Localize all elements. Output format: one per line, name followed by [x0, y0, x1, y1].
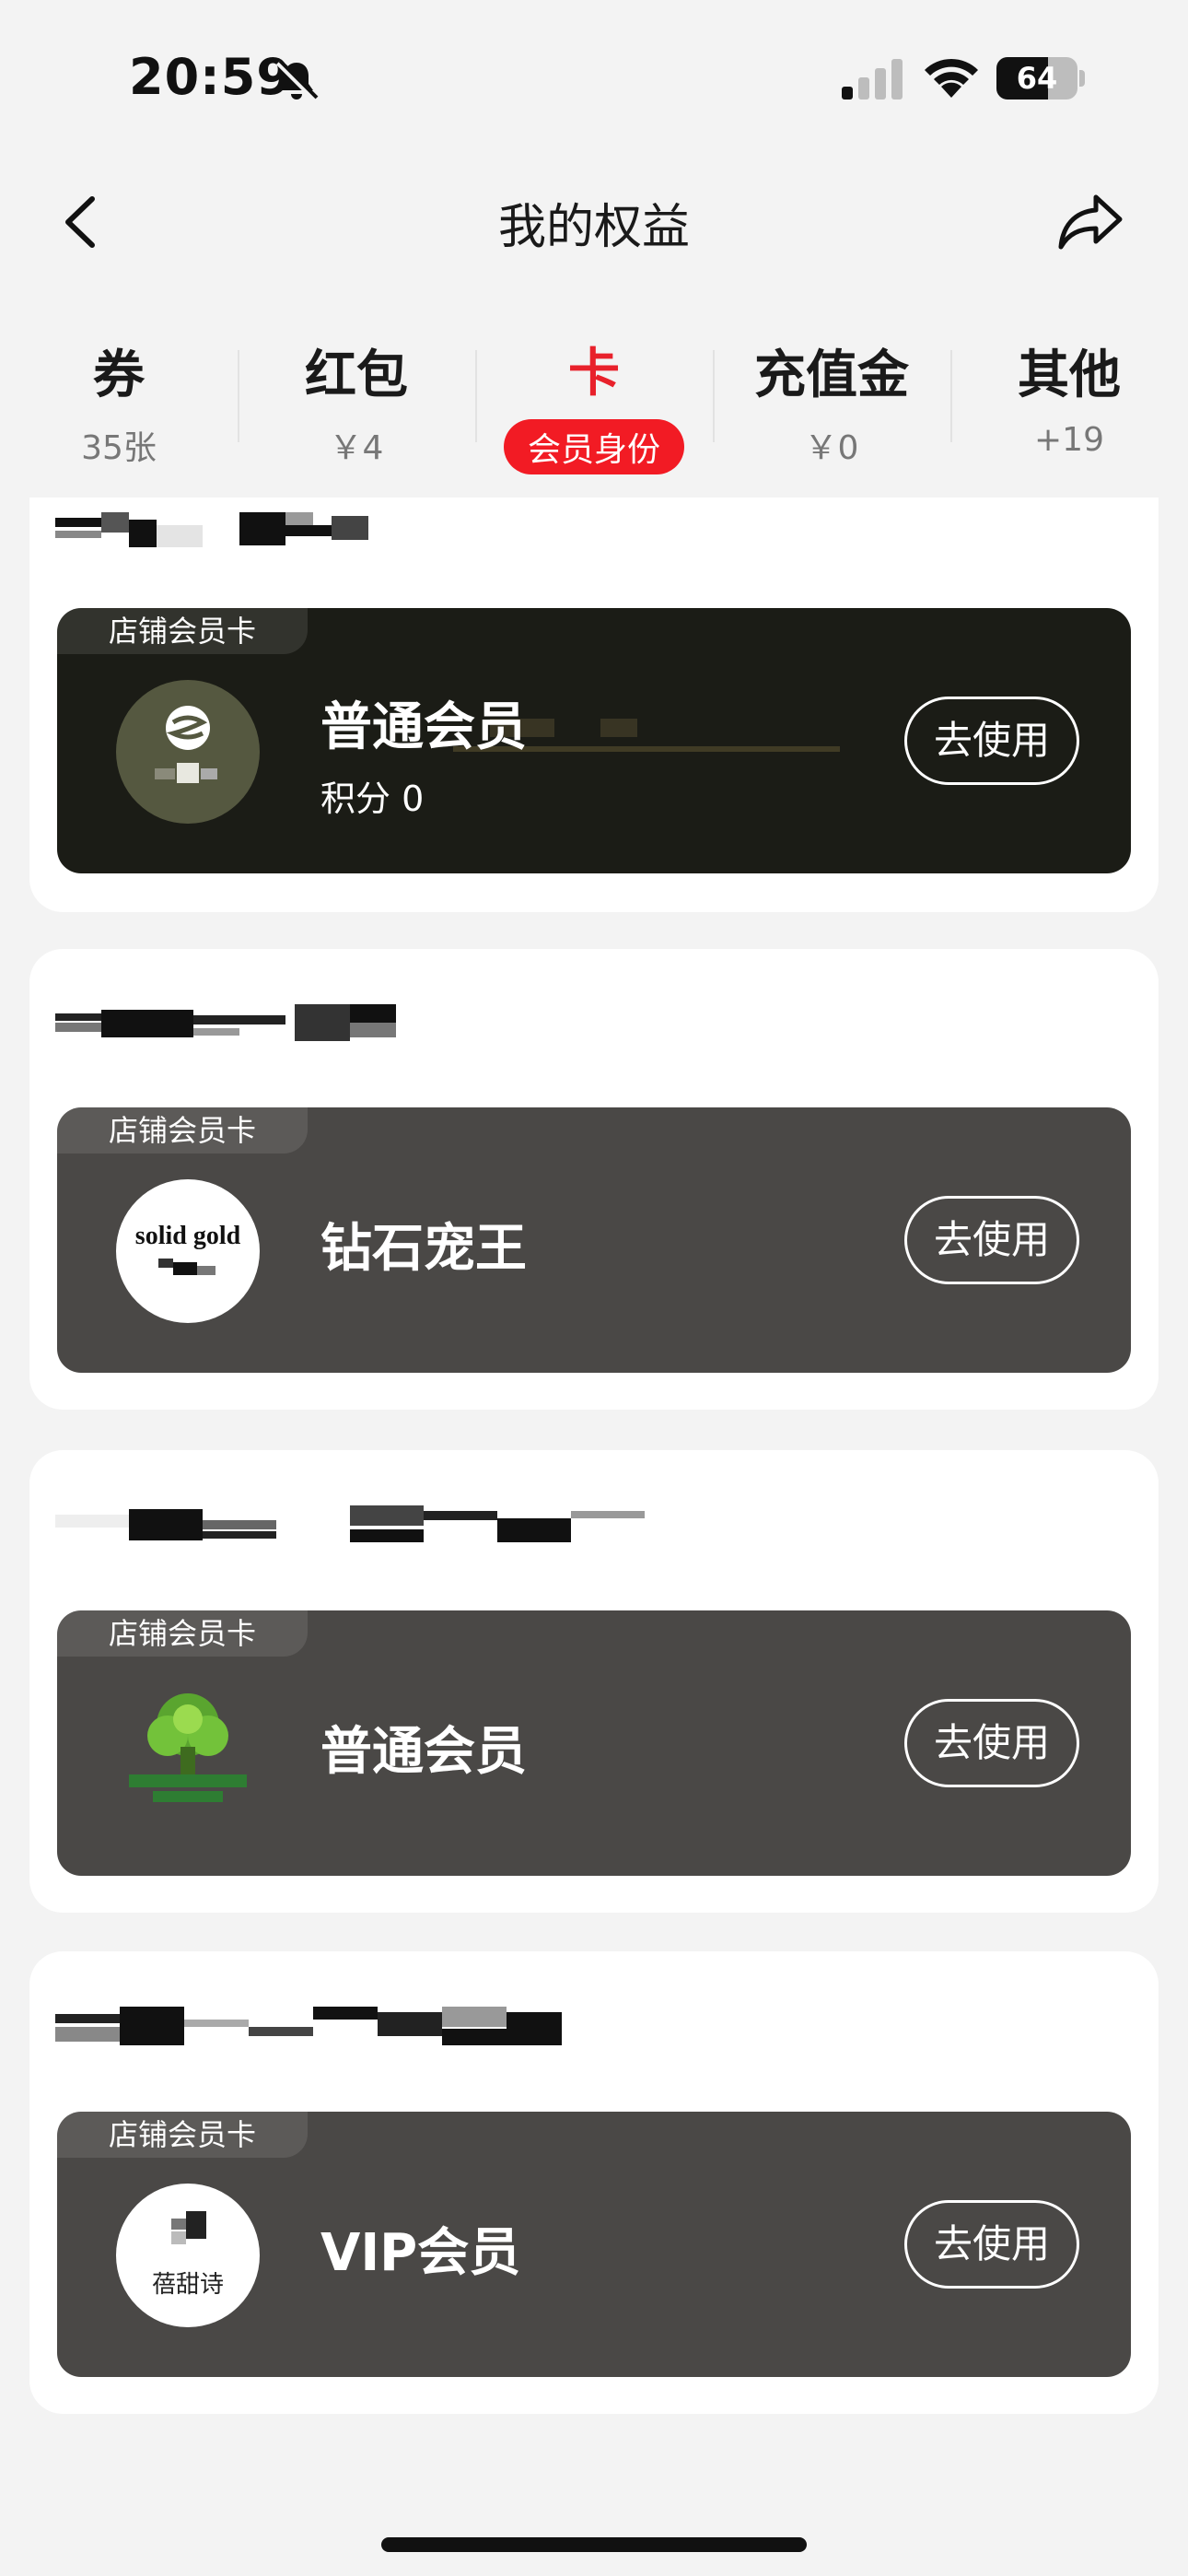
nav-bar: 我的权益: [0, 166, 1188, 276]
use-card-button[interactable]: 去使用: [904, 2200, 1079, 2289]
tab-count: +19: [1034, 421, 1104, 459]
member-card[interactable]: 店铺会员卡 solid gold 钻石宠王 去使用: [57, 1107, 1131, 1373]
tab-red-packets[interactable]: 红包 ￥4: [238, 313, 475, 479]
tab-label: 其他: [1018, 345, 1121, 405]
tab-label: 充值金: [754, 345, 909, 405]
home-indicator[interactable]: [381, 2537, 807, 2552]
use-card-button[interactable]: 去使用: [904, 1699, 1079, 1787]
store-logo-s: [116, 680, 260, 824]
tab-coupons[interactable]: 券 35张: [0, 313, 238, 479]
app-root: 20:59 64 我的权益 券 35张 红包 ￥4 卡 会员身份 充值金 ￥0 …: [0, 0, 1188, 2576]
store-card: 店铺会员卡 普通会员 去使用: [29, 1450, 1159, 1913]
card-type-tag: 店铺会员卡: [57, 1107, 309, 1153]
store-name-redacted: [55, 512, 368, 547]
green-tree-logo: [116, 1682, 260, 1826]
use-card-button[interactable]: 去使用: [904, 1196, 1079, 1284]
battery-icon: 64: [996, 57, 1085, 100]
share-arrow-icon[interactable]: [1055, 190, 1125, 254]
solid-gold-logo: solid gold: [116, 1179, 260, 1323]
tab-label: 卡: [568, 344, 620, 404]
wifi-icon: [925, 58, 978, 98]
logo-text: 蓓甜诗: [152, 2271, 224, 2299]
store-name-redacted: [55, 1004, 396, 1041]
member-card[interactable]: 店铺会员卡 普通会员 去使用: [57, 1610, 1131, 1876]
tab-stored-value[interactable]: 充值金 ￥0: [713, 313, 950, 479]
card-points: 积分 0: [320, 779, 425, 819]
card-level-name: 普通会员: [320, 697, 527, 757]
store-card: 店铺会员卡 蓓甜诗 VIP会员 去使用: [29, 1951, 1159, 2414]
tab-label: 红包: [305, 345, 408, 405]
card-type-tag: 店铺会员卡: [57, 608, 309, 654]
store-card: 店铺会员卡 solid gold 钻石宠王 去使用: [29, 949, 1159, 1410]
tab-count: ￥4: [329, 429, 384, 467]
tab-label: 券: [93, 345, 145, 405]
tab-cards[interactable]: 卡 会员身份: [475, 313, 713, 479]
card-type-tag: 店铺会员卡: [57, 1610, 309, 1657]
logo-text: solid gold: [135, 1222, 241, 1250]
tab-count: ￥0: [804, 429, 859, 467]
store-logo-text: 蓓甜诗: [116, 2184, 260, 2327]
page-title: 我的权益: [497, 200, 690, 255]
status-time: 20:59: [129, 48, 292, 106]
status-bar: 20:59 64: [0, 0, 1188, 147]
card-type-tag: 店铺会员卡: [57, 2112, 309, 2158]
battery-level: 64: [1016, 61, 1058, 96]
store-card: 店铺会员卡 普通会员 积分 0 去使用: [29, 498, 1159, 912]
cellular-signal-icon: [842, 59, 903, 100]
store-name-redacted: [55, 1505, 645, 1542]
member-card[interactable]: 店铺会员卡 普通会员 积分 0 去使用: [57, 608, 1131, 873]
tab-active-badge: 会员身份: [503, 419, 684, 474]
store-name-redacted: [55, 2007, 562, 2045]
benefit-tabs: 券 35张 红包 ￥4 卡 会员身份 充值金 ￥0 其他 +19: [0, 313, 1188, 479]
card-level-name: 普通会员: [320, 1722, 527, 1782]
use-card-button[interactable]: 去使用: [904, 697, 1079, 785]
card-level-name: 钻石宠王: [320, 1219, 527, 1279]
bell-slash-icon: [275, 59, 319, 102]
tab-others[interactable]: 其他 +19: [950, 313, 1188, 479]
tab-count: 35张: [81, 429, 157, 467]
member-card[interactable]: 店铺会员卡 蓓甜诗 VIP会员 去使用: [57, 2112, 1131, 2377]
card-level-name: VIP会员: [320, 2223, 521, 2283]
